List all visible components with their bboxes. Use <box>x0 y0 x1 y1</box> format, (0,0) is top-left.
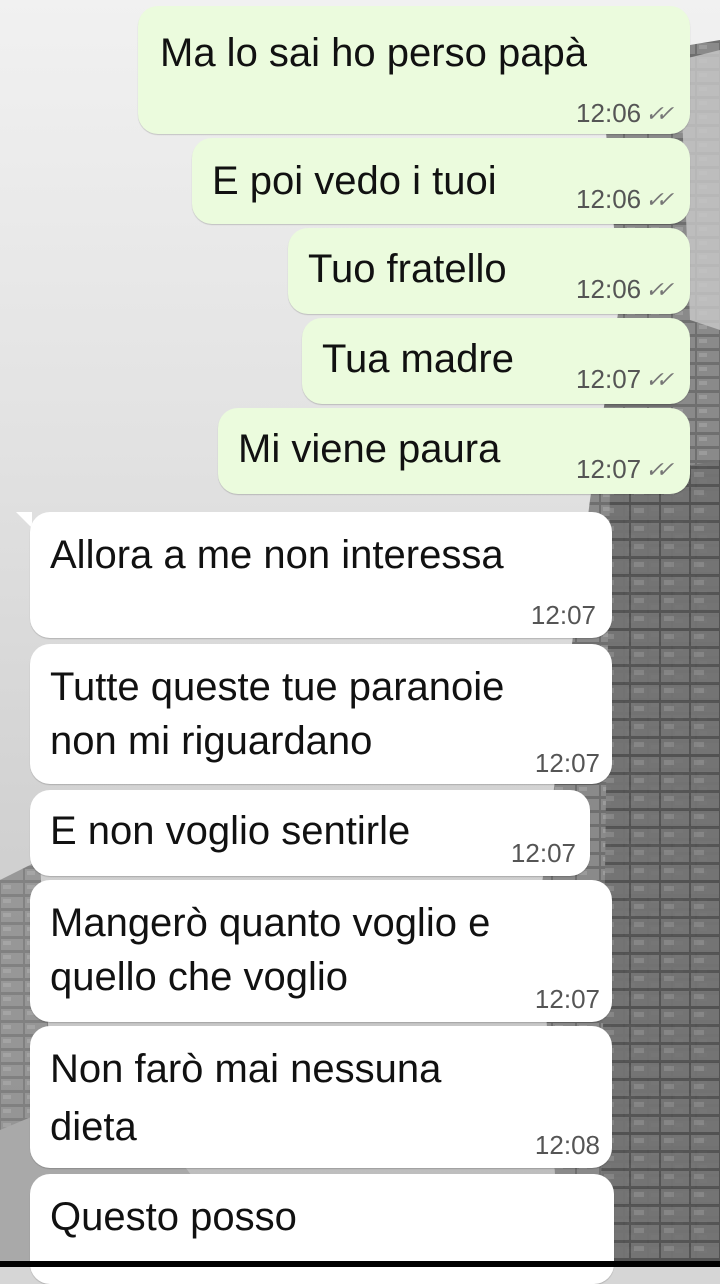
outgoing-message-bubble[interactable]: Tua madre 12:07 ✓✓ <box>302 318 690 404</box>
outgoing-message-bubble[interactable]: Ma lo sai ho perso papà 12:06 ✓✓ <box>138 6 690 134</box>
incoming-message-bubble[interactable]: Mangerò quanto voglio e quello che vogli… <box>30 880 612 1022</box>
message-text: E poi vedo i tuoi <box>212 159 497 203</box>
message-time: 12:07 <box>530 600 596 630</box>
outgoing-message-bubble[interactable]: E poi vedo i tuoi 12:06 ✓✓ <box>192 138 690 224</box>
message-text: Mi viene paura <box>238 427 501 471</box>
message-time: 12:07 <box>534 748 600 778</box>
incoming-message-bubble[interactable]: Non farò mai nessuna dieta 12:08 <box>30 1026 612 1168</box>
double-check-icon: ✓✓ <box>643 276 672 302</box>
message-text: Tuo fratello <box>308 247 507 291</box>
message-text: Allora a me non interessa <box>50 533 504 577</box>
double-check-icon: ✓✓ <box>643 186 672 212</box>
incoming-message-bubble[interactable]: Questo posso <box>30 1174 614 1284</box>
incoming-message-bubble[interactable]: Allora a me non interessa 12:07 <box>30 512 612 638</box>
double-check-icon: ✓✓ <box>643 100 672 126</box>
double-check-icon: ✓✓ <box>643 456 672 482</box>
outgoing-message-bubble[interactable]: Mi viene paura 12:07 ✓✓ <box>218 408 690 494</box>
bubble-tail <box>16 512 32 528</box>
message-text-line: Mangerò quanto voglio e <box>50 901 491 945</box>
incoming-message-bubble[interactable]: E non voglio sentirle 12:07 <box>30 790 590 876</box>
message-text: E non voglio sentirle <box>50 809 411 853</box>
message-time: 12:07 <box>576 364 642 394</box>
message-text: Questo posso <box>50 1195 297 1239</box>
message-time: 12:07 <box>510 838 576 868</box>
message-text-line: Tutte queste tue paranoie <box>50 665 505 709</box>
message-meta: 12:06 ✓✓ <box>576 184 676 215</box>
message-time: 12:06 <box>576 184 642 214</box>
message-meta: 12:06 ✓✓ <box>576 98 676 129</box>
message-meta: 12:06 ✓✓ <box>576 274 676 305</box>
message-time: 12:07 <box>534 984 600 1014</box>
message-time: 12:06 <box>576 274 642 304</box>
message-text-line: non mi riguardano <box>50 719 373 763</box>
screen-bottom-edge <box>0 1261 720 1267</box>
message-text-line: Non farò mai nessuna <box>50 1047 442 1091</box>
incoming-message-bubble[interactable]: Tutte queste tue paranoie non mi riguard… <box>30 644 612 784</box>
message-text-line: quello che voglio <box>50 955 348 999</box>
message-time: 12:06 <box>576 98 642 128</box>
double-check-icon: ✓✓ <box>643 366 672 392</box>
outgoing-message-bubble[interactable]: Tuo fratello 12:06 ✓✓ <box>288 228 690 314</box>
message-text: Ma lo sai ho perso papà <box>160 31 587 75</box>
message-text-line: dieta <box>50 1105 137 1149</box>
message-time: 12:08 <box>534 1130 600 1160</box>
message-meta: 12:07 ✓✓ <box>576 364 676 395</box>
message-meta: 12:07 ✓✓ <box>576 454 676 485</box>
message-time: 12:07 <box>576 454 642 484</box>
message-text: Tua madre <box>322 337 514 381</box>
